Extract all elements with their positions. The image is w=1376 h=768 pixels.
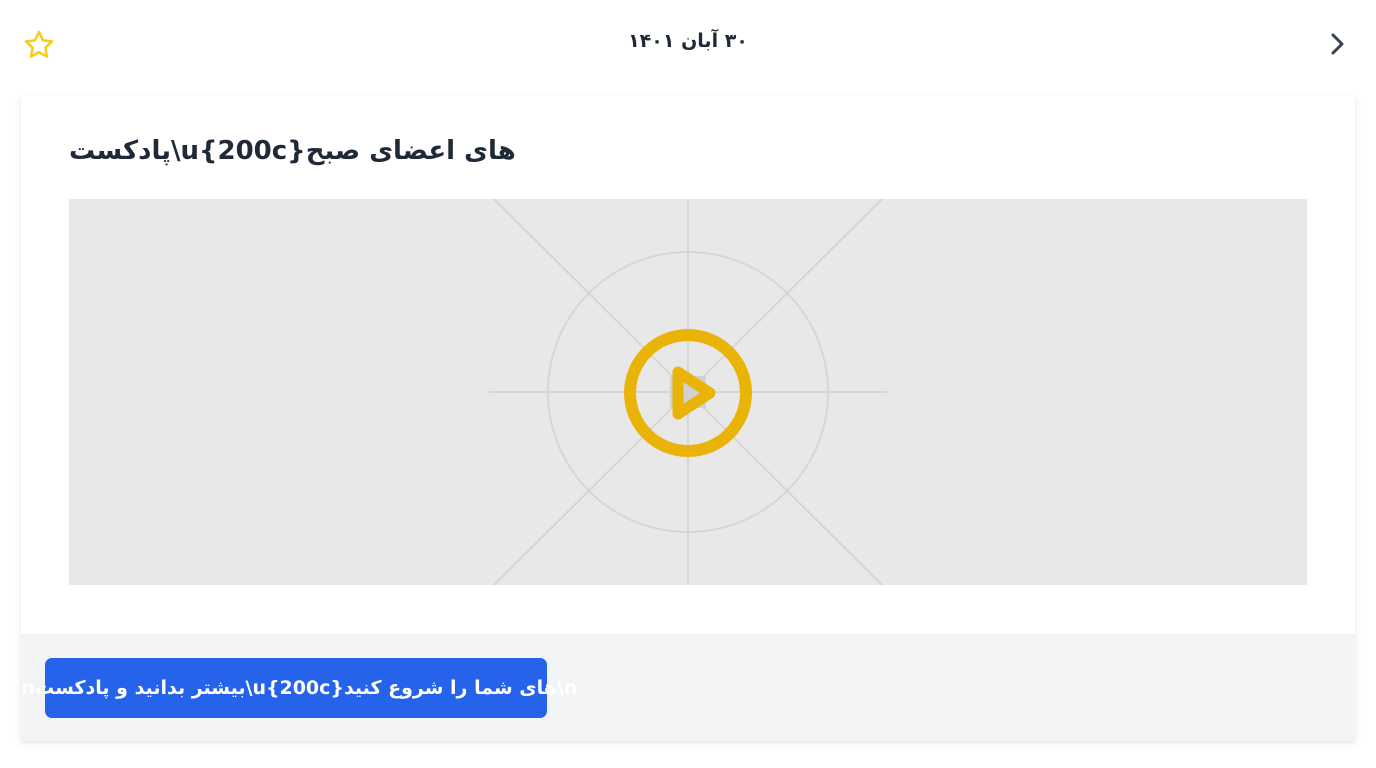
media-placeholder[interactable] — [69, 199, 1307, 585]
header: ۳۰ آبان ۱۴۰۱ — [0, 0, 1376, 88]
start-podcast-button[interactable]: \nبیشتر بدانید و پادکست\u{200c}های شما ر… — [21, 658, 577, 718]
page-date: ۳۰ آبان ۱۴۰۱ — [628, 30, 748, 52]
play-button[interactable] — [622, 327, 754, 459]
card-title: پادکست\u{200c}های اعضای صبح — [69, 136, 516, 166]
card-footer: \nبیشتر بدانید و پادکست\u{200c}های شما ر… — [21, 634, 1355, 741]
back-button[interactable] — [1324, 30, 1350, 58]
podcast-card: پادکست\u{200c}های اعضای صبح nبیشتر بدانی… — [21, 96, 1355, 741]
play-circle-icon — [624, 329, 752, 457]
page: ۳۰ آبان ۱۴۰۱ پادکست\u{200c}های اعضای صبح — [0, 0, 1376, 768]
chevron-right-icon — [1331, 33, 1344, 55]
